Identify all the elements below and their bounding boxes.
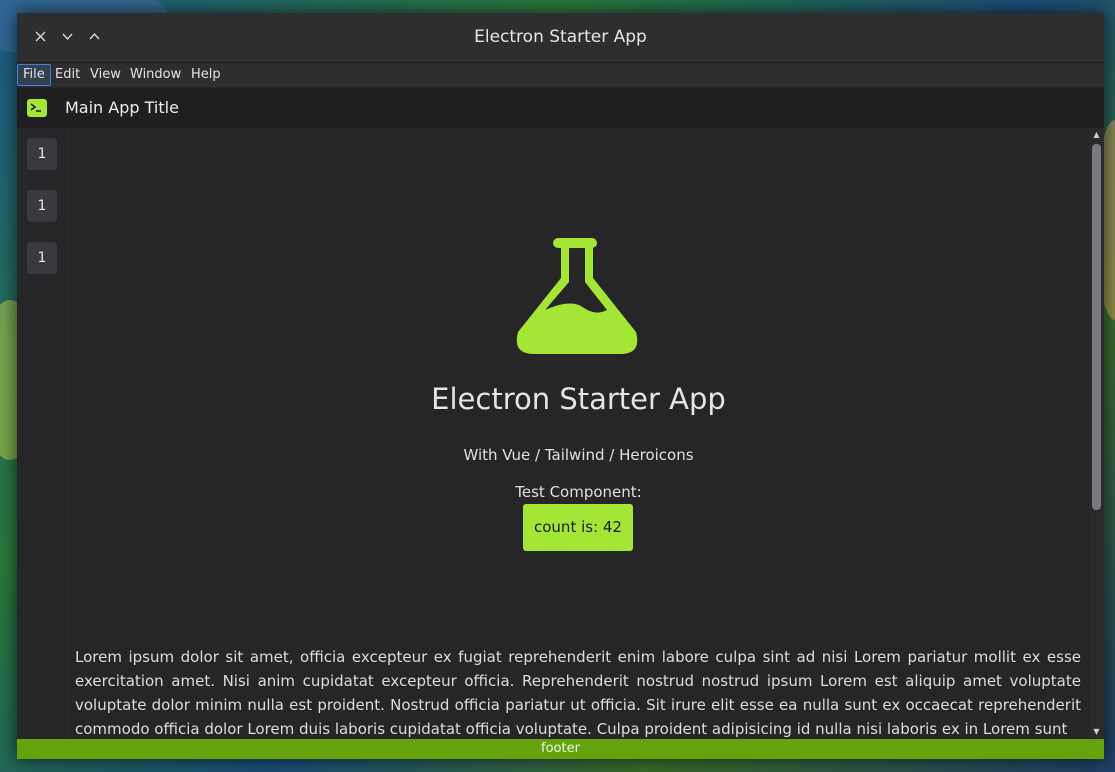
hero-title: Electron Starter App (431, 382, 726, 416)
vertical-scrollbar[interactable]: ▲ ▼ (1089, 128, 1104, 739)
body-paragraph: Lorem ipsum dolor sit amet, officia exce… (75, 648, 1081, 738)
app-title: Main App Title (65, 98, 179, 117)
menu-bar: File Edit View Window Help (17, 63, 1104, 87)
sidebar-button-3[interactable]: 1 (27, 242, 57, 274)
hero-subtitle: With Vue / Tailwind / Heroicons (463, 446, 694, 464)
title-bar[interactable]: Electron Starter App (17, 13, 1104, 63)
menu-edit[interactable]: Edit (50, 64, 85, 86)
main-content: Electron Starter App With Vue / Tailwind… (68, 128, 1089, 739)
sidebar: 1 1 1 (17, 128, 68, 739)
flask-icon (516, 238, 638, 354)
footer: footer (17, 739, 1104, 759)
scrollbar-thumb[interactable] (1092, 144, 1101, 510)
scroll-down-icon[interactable]: ▼ (1089, 725, 1104, 739)
menu-view[interactable]: View (85, 64, 126, 86)
menu-help[interactable]: Help (186, 64, 226, 86)
scroll-up-icon[interactable]: ▲ (1089, 128, 1104, 142)
app-window: Electron Starter App File Edit View Wind… (17, 13, 1104, 759)
window-title: Electron Starter App (474, 27, 647, 47)
terminal-icon (27, 99, 47, 117)
count-button[interactable]: count is: 42 (523, 504, 633, 551)
app-header: Main App Title (17, 88, 1104, 128)
sidebar-button-1[interactable]: 1 (27, 138, 57, 170)
sidebar-button-2[interactable]: 1 (27, 190, 57, 222)
menu-window[interactable]: Window (125, 64, 186, 86)
test-component-label: Test Component: (515, 483, 642, 501)
menu-file[interactable]: File (17, 64, 51, 86)
